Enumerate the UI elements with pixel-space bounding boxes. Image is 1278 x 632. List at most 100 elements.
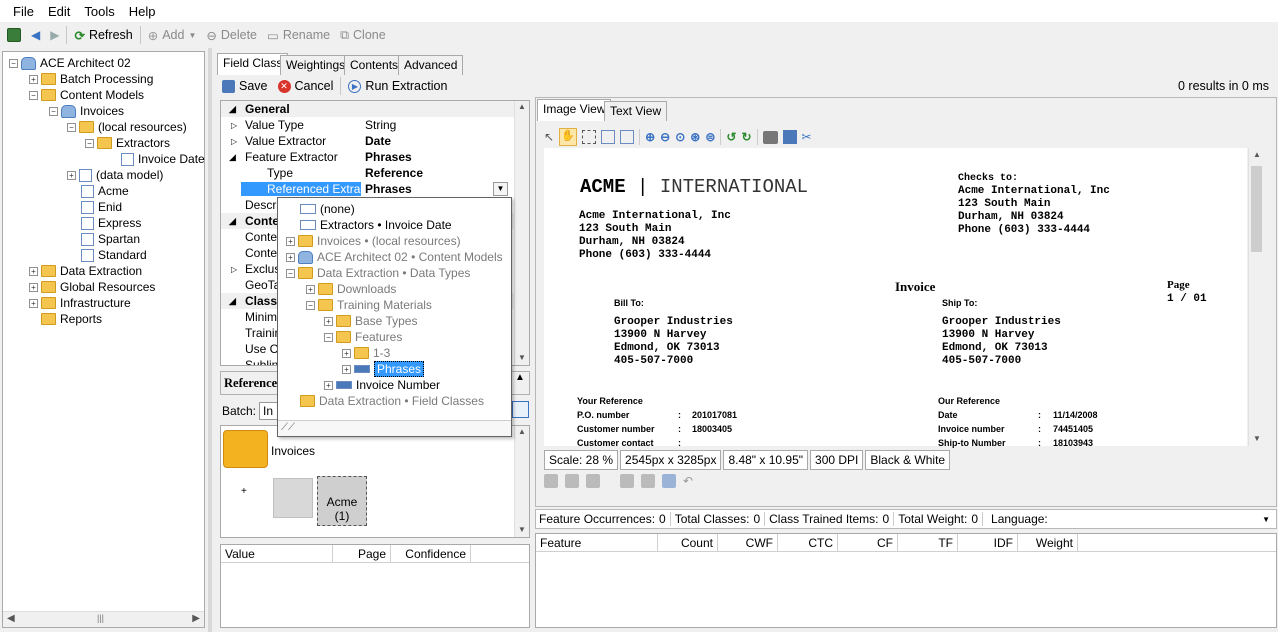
menu-edit[interactable]: Edit bbox=[41, 4, 77, 19]
tree-item-invoice-date[interactable]: Invoice Date bbox=[121, 151, 205, 167]
option-1-3[interactable]: +1-3 bbox=[342, 345, 390, 361]
zoom-actual-icon[interactable]: ⊙ bbox=[675, 130, 685, 144]
zoom-in-icon[interactable]: ⊕ bbox=[645, 130, 655, 144]
zoom-out-icon[interactable]: ⊖ bbox=[660, 130, 670, 144]
pencil-icon[interactable] bbox=[565, 474, 579, 488]
rotate-left-icon[interactable]: ↺ bbox=[726, 130, 736, 144]
collapse-arrow-icon[interactable]: ▲ bbox=[515, 372, 525, 383]
tree-item-standard[interactable]: Standard bbox=[81, 247, 147, 263]
tree-item-content-models[interactable]: − Content Models bbox=[29, 87, 144, 103]
zoom-page-icon[interactable] bbox=[620, 130, 635, 144]
option-invoices[interactable]: + Invoices • (local resources) bbox=[286, 233, 461, 249]
tree-item-spartan[interactable]: Spartan bbox=[81, 231, 140, 247]
delete-button[interactable]: ⊖ Delete bbox=[201, 24, 262, 46]
prop-feature-extractor[interactable]: ◢ Feature Extractor Phrases bbox=[221, 149, 514, 165]
tree-item-data-extraction[interactable]: + Data Extraction bbox=[29, 263, 142, 279]
print-icon[interactable] bbox=[762, 130, 778, 144]
option-phrases[interactable]: + Phrases bbox=[342, 361, 425, 377]
tab-field-class[interactable]: Field Class bbox=[217, 53, 289, 75]
option-data-extraction-types[interactable]: − Data Extraction • Data Types bbox=[286, 265, 470, 281]
add-button[interactable]: ⊕ Add ▼ bbox=[143, 24, 202, 46]
batch-document-acme[interactable]: Acme (1) bbox=[317, 476, 367, 526]
option-ace-architect[interactable]: + ACE Architect 02 • Content Models bbox=[286, 249, 503, 265]
back-button[interactable]: ◀ bbox=[26, 24, 45, 46]
document-image[interactable]: ACME | INTERNATIONAL Acme International,… bbox=[544, 148, 1247, 448]
prop-value-type[interactable]: ▷ Value Type String bbox=[221, 117, 514, 133]
run-extraction-button[interactable]: ▶ Run Extraction bbox=[343, 75, 452, 97]
tools-icon[interactable]: ✂ bbox=[802, 130, 812, 144]
tree-item-batch-processing[interactable]: + Batch Processing bbox=[29, 71, 153, 87]
menu-help[interactable]: Help bbox=[122, 4, 163, 19]
column-header-weight[interactable]: Weight bbox=[1018, 534, 1078, 552]
batch-viewer-scrollbar[interactable]: ▲ ▼ bbox=[514, 426, 529, 537]
prop-value-extractor[interactable]: ▷ Value Extractor Date bbox=[221, 133, 514, 149]
menu-tools[interactable]: Tools bbox=[77, 4, 121, 19]
column-header-cf[interactable]: CF bbox=[838, 534, 898, 552]
zoom-region-icon[interactable] bbox=[601, 130, 616, 144]
refresh-image-icon[interactable] bbox=[662, 474, 676, 488]
dropdown-button[interactable]: ▼ bbox=[493, 182, 508, 196]
prop-referenced-extractor[interactable]: Referenced ExtractoPhrases▼ bbox=[221, 181, 514, 197]
zoom-width-icon[interactable]: ⊜ bbox=[705, 130, 715, 144]
refresh-button[interactable]: ⟳ Refresh bbox=[69, 24, 137, 46]
option-training-materials[interactable]: − Training Materials bbox=[306, 297, 432, 313]
tree-item-reports[interactable]: Reports bbox=[41, 311, 102, 327]
column-header-feature[interactable]: Feature bbox=[536, 534, 658, 552]
prop-type[interactable]: Type Reference bbox=[221, 165, 514, 181]
option-extractors[interactable]: Extractors • Invoice Date bbox=[300, 217, 452, 233]
rename-button[interactable]: ▭ Rename bbox=[262, 24, 335, 46]
cancel-button[interactable]: ✕ Cancel bbox=[273, 75, 339, 97]
batch-browse-icon[interactable] bbox=[512, 401, 529, 418]
save-button[interactable]: Save bbox=[217, 75, 273, 97]
property-grid-scrollbar[interactable]: ▲ ▼ bbox=[514, 101, 529, 365]
undo-icon[interactable]: ↶ bbox=[683, 474, 693, 488]
tree-item-express[interactable]: Express bbox=[81, 215, 141, 231]
stamp-icon[interactable] bbox=[544, 474, 558, 488]
pan-hand-icon[interactable]: ✋ bbox=[559, 128, 578, 146]
tree-item-global-resources[interactable]: + Global Resources bbox=[29, 279, 155, 295]
home-button[interactable] bbox=[2, 24, 26, 46]
tab-weightings[interactable]: Weightings bbox=[280, 55, 352, 75]
save-image-icon[interactable] bbox=[782, 130, 797, 144]
option-invoice-number[interactable]: + Invoice Number bbox=[324, 377, 440, 393]
splitter[interactable] bbox=[208, 48, 212, 632]
rotate-right-icon[interactable]: ↻ bbox=[741, 130, 751, 144]
tab-text-view[interactable]: Text View bbox=[604, 101, 668, 121]
column-header-tf[interactable]: TF bbox=[898, 534, 958, 552]
language-dropdown[interactable]: ▼ bbox=[1262, 515, 1270, 524]
tree-horizontal-scrollbar[interactable]: ◀ ||| ▶ bbox=[3, 611, 204, 627]
column-header-page[interactable]: Page bbox=[333, 545, 391, 563]
crop-icon[interactable] bbox=[641, 474, 655, 488]
column-header-idf[interactable]: IDF bbox=[958, 534, 1018, 552]
option-field-classes[interactable]: Data Extraction • Field Classes bbox=[300, 393, 484, 409]
clone-button[interactable]: ⧉ Clone bbox=[335, 24, 391, 46]
expand-icon[interactable]: + bbox=[241, 486, 247, 497]
tree-root[interactable]: − ACE Architect 02 bbox=[9, 55, 131, 71]
option-base-types[interactable]: + Base Types bbox=[324, 313, 417, 329]
column-header-cwf[interactable]: CWF bbox=[718, 534, 778, 552]
document-scrollbar[interactable]: ▲ ▼ bbox=[1248, 148, 1264, 446]
tree-item-extractors[interactable]: − Extractors bbox=[85, 135, 170, 151]
column-header-count[interactable]: Count bbox=[658, 534, 718, 552]
batch-folder-label[interactable]: Invoices bbox=[271, 444, 315, 458]
tree-item-acme[interactable]: Acme bbox=[81, 183, 129, 199]
tab-image-view[interactable]: Image View bbox=[537, 99, 612, 121]
column-header-value[interactable]: Value bbox=[221, 545, 333, 563]
option-downloads[interactable]: + Downloads bbox=[306, 281, 396, 297]
tree-item-infrastructure[interactable]: + Infrastructure bbox=[29, 295, 131, 311]
category-general[interactable]: ◢ General bbox=[221, 101, 514, 117]
magnify-icon[interactable] bbox=[586, 474, 600, 488]
tree-item-local-resources[interactable]: − (local resources) bbox=[67, 119, 187, 135]
column-header-ctc[interactable]: CTC bbox=[778, 534, 838, 552]
column-header-confidence[interactable]: Confidence bbox=[391, 545, 471, 563]
pointer-icon[interactable]: ↖ bbox=[544, 130, 554, 144]
forward-button[interactable]: ▶ bbox=[45, 24, 64, 46]
menu-file[interactable]: File bbox=[6, 4, 41, 19]
tree-item-data-model[interactable]: + (data model) bbox=[67, 167, 163, 183]
tab-contents[interactable]: Contents bbox=[344, 55, 405, 75]
resize-grip[interactable]: ⟋⟋ bbox=[278, 420, 511, 436]
option-none[interactable]: (none) bbox=[300, 201, 355, 217]
tab-advanced[interactable]: Advanced bbox=[398, 55, 464, 75]
select-region-icon[interactable] bbox=[582, 130, 597, 144]
tree-item-invoices[interactable]: − Invoices bbox=[49, 103, 124, 119]
